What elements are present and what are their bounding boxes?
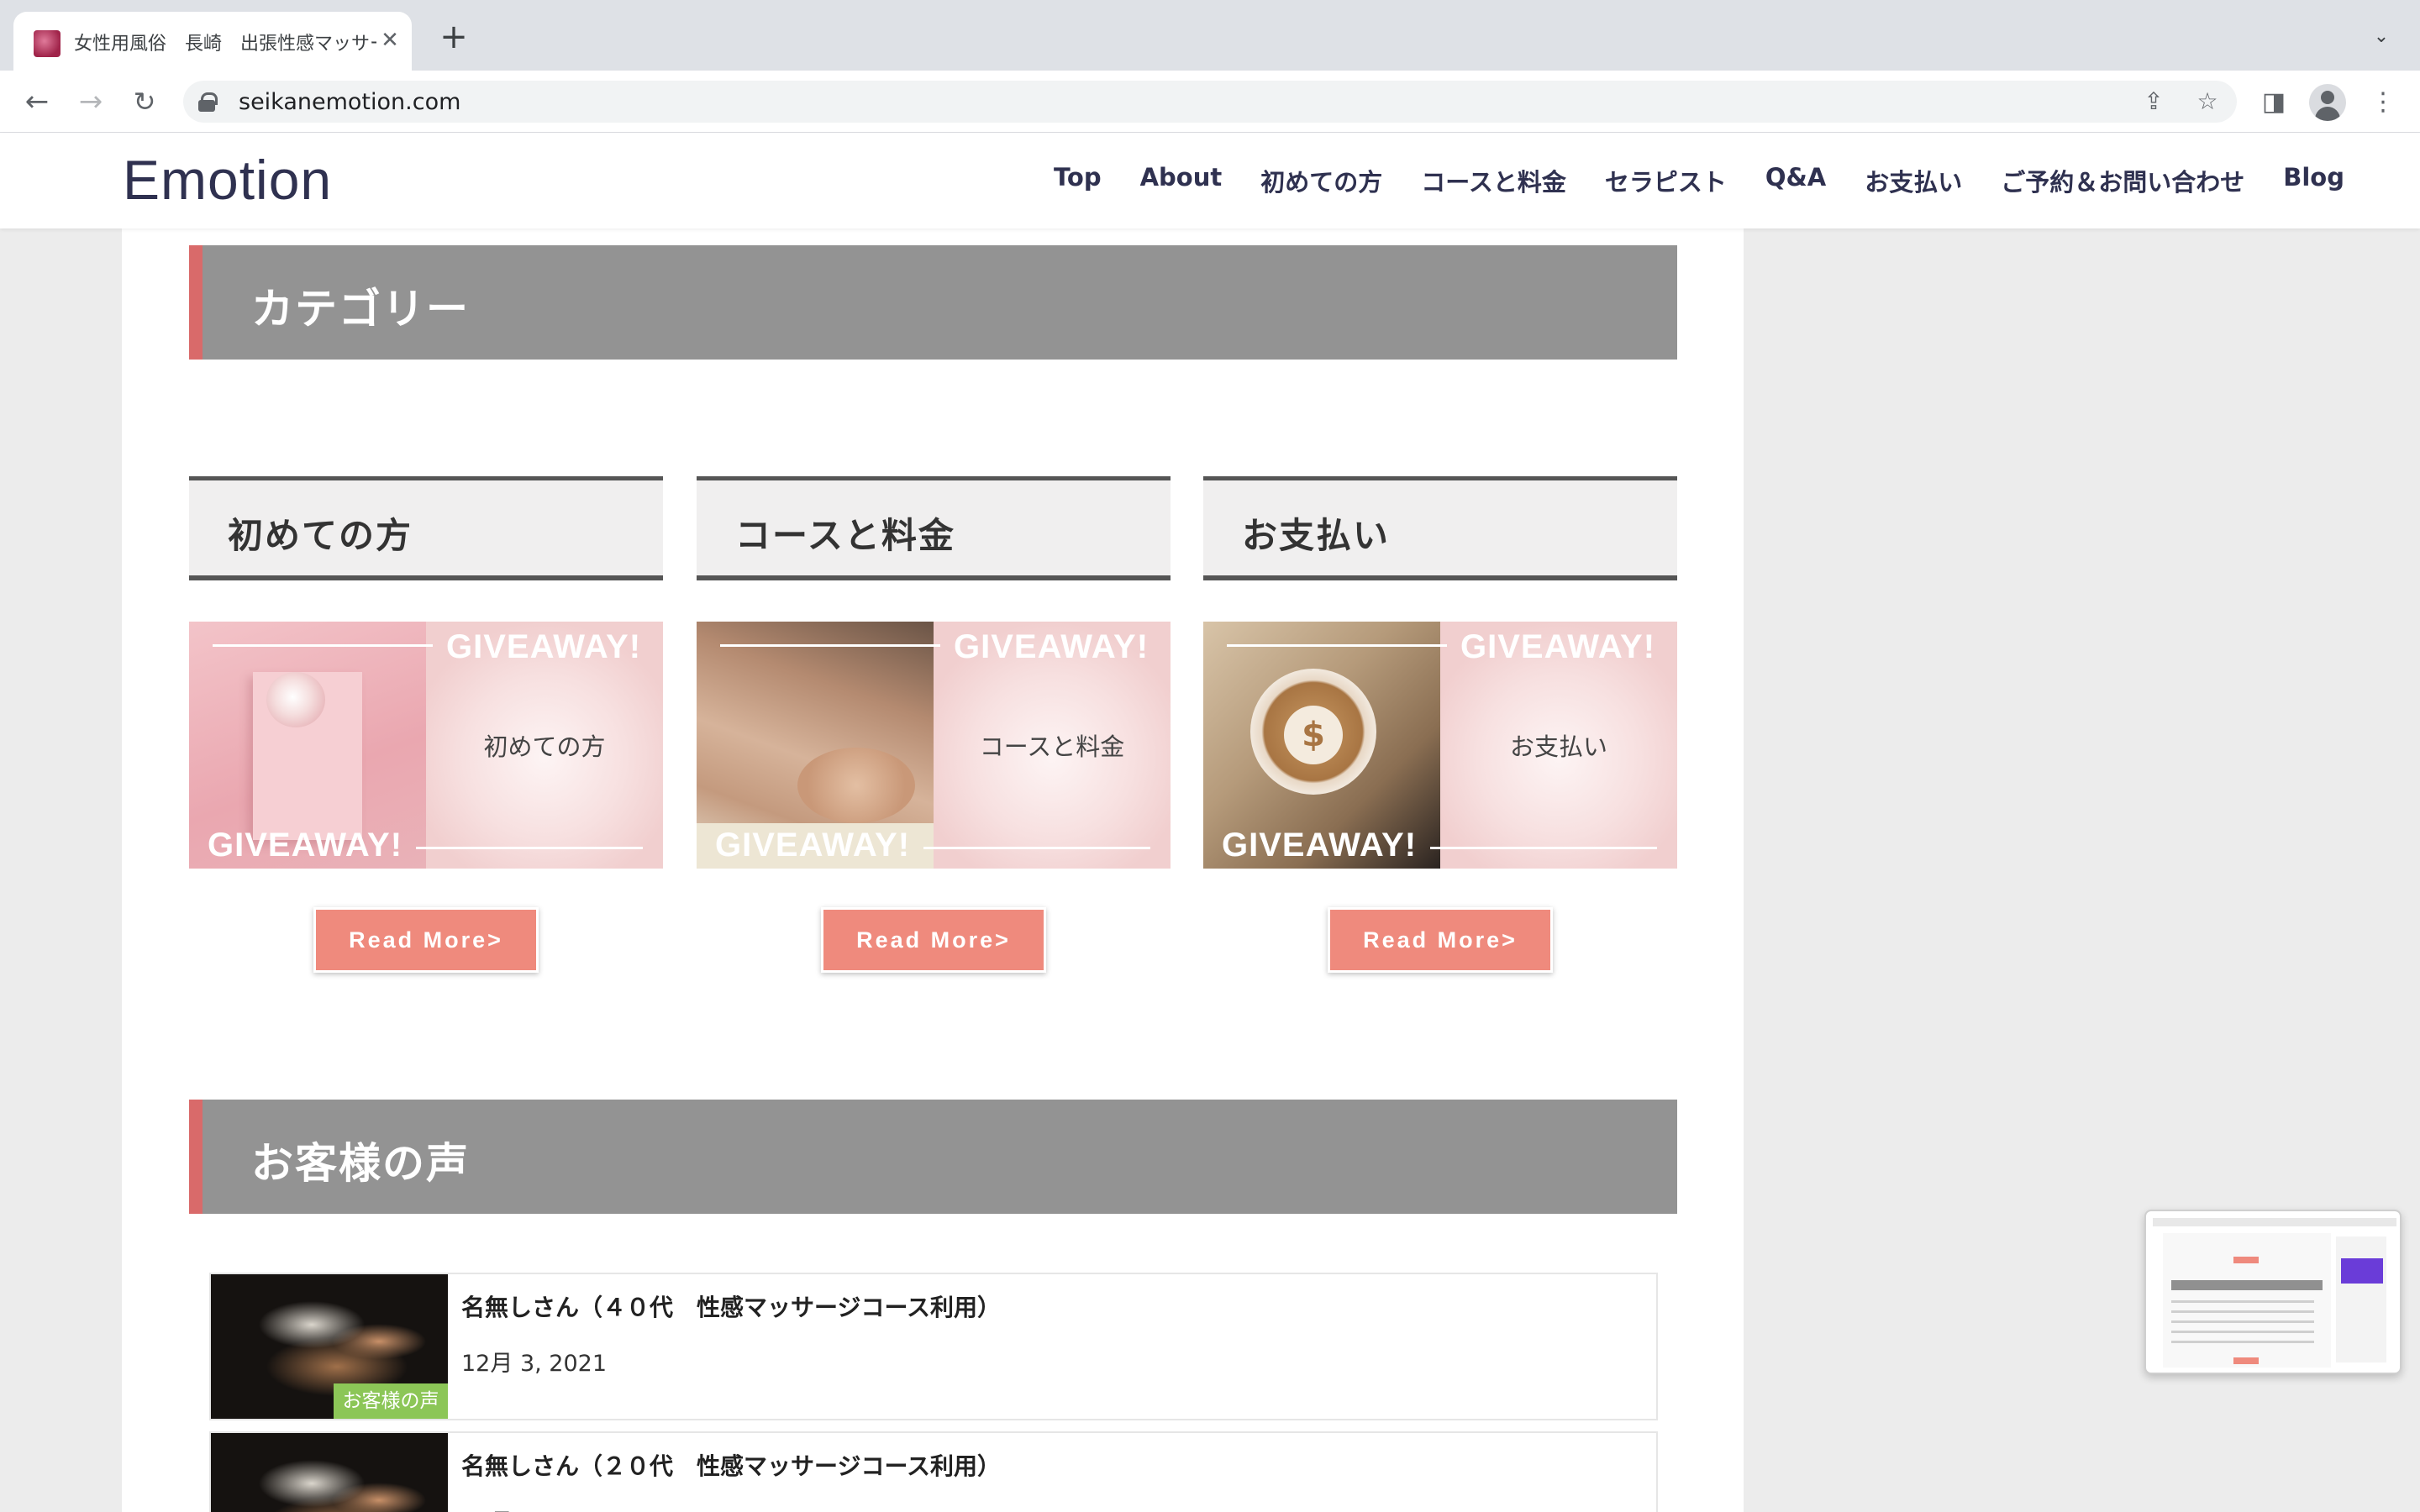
new-tab-icon[interactable]: + <box>437 20 471 55</box>
category-title-text: コースと料金 <box>735 515 955 556</box>
reload-icon[interactable]: ↻ <box>128 86 161 119</box>
thumbnail-label: お支払い <box>1509 732 1607 761</box>
preview-line <box>2171 1320 2314 1323</box>
nav-payment[interactable]: お支払い <box>1865 163 1962 198</box>
nav-blog[interactable]: Blog <box>2283 163 2344 198</box>
category-thumbnail[interactable]: GIVEAWAY! GIVEAWAY! 初めての方 <box>189 622 663 869</box>
read-more-button[interactable]: Read More> <box>1328 907 1553 973</box>
category-title-text: 初めての方 <box>228 515 413 556</box>
category-title[interactable]: お支払い <box>1203 476 1677 580</box>
lock-icon[interactable] <box>198 92 218 112</box>
site-logo[interactable]: Emotion <box>123 148 332 212</box>
nav-top[interactable]: Top <box>1054 163 1102 198</box>
giveaway-text: GIVEAWAY! <box>1222 827 1418 864</box>
tab-title: 女性用風俗 長崎 出張性感マッサージ <box>74 34 376 55</box>
voice-section-heading: お客様の声 <box>189 1100 1677 1214</box>
divider <box>213 644 433 647</box>
preview-button <box>2233 1257 2259 1263</box>
close-tab-icon[interactable]: ✕ <box>376 27 403 54</box>
preview-button <box>2233 1357 2259 1364</box>
back-arrow-icon[interactable]: ← <box>20 86 54 119</box>
preview-heading <box>2171 1280 2323 1290</box>
more-menu-icon[interactable]: ⋮ <box>2368 87 2398 118</box>
giveaway-text: GIVEAWAY! <box>954 628 1150 665</box>
preview-banner <box>2341 1258 2383 1284</box>
bookmark-star-icon[interactable]: ☆ <box>2193 87 2222 116</box>
voice-post-card[interactable]: お客様の声 名無しさん（４０代 性感マッサージコース利用） 12月 3, 202… <box>209 1273 1658 1420</box>
main-content: カテゴリー 初めての方 GIVEAWAY! GIVEAWAY! 初めての方 Re… <box>122 228 1744 1512</box>
giveaway-text: GIVEAWAY! <box>1460 628 1656 665</box>
preview-bar <box>2153 1218 2396 1226</box>
category-title[interactable]: 初めての方 <box>189 476 663 580</box>
preview-line <box>2171 1331 2314 1333</box>
giveaway-text: GIVEAWAY! <box>446 628 642 665</box>
category-card-payment: お支払い $ GIVEAWAY! GIVEAWAY! お支払い Read Mor… <box>1203 476 1677 973</box>
category-heading-text: カテゴリー <box>251 285 470 333</box>
voice-heading-text: お客様の声 <box>251 1139 470 1188</box>
giveaway-text: GIVEAWAY! <box>208 827 403 864</box>
post-date: 11月 27, 2021 <box>461 1504 621 1512</box>
divider <box>1430 847 1657 849</box>
read-more-button[interactable]: Read More> <box>313 907 539 973</box>
site-header: Emotion Top About 初めての方 コースと料金 セラピスト Q&A… <box>0 133 2420 228</box>
address-bar[interactable]: seikanemotion.com ⇪ ☆ <box>183 81 2237 123</box>
preview-line <box>2171 1310 2314 1313</box>
category-thumbnail[interactable]: $ GIVEAWAY! GIVEAWAY! お支払い <box>1203 622 1677 869</box>
forward-arrow-icon[interactable]: → <box>74 86 108 119</box>
side-panel-icon[interactable]: ◨ <box>2259 87 2289 118</box>
preview-line <box>2171 1341 2314 1343</box>
browser-toolbar: ← → ↻ seikanemotion.com ⇪ ☆ ◨ ⋮ <box>0 71 2420 133</box>
share-icon[interactable]: ⇪ <box>2139 87 2168 116</box>
browser-tabstrip: 女性用風俗 長崎 出張性感マッサージ ✕ + ⌄ <box>0 0 2420 71</box>
nav-course-price[interactable]: コースと料金 <box>1421 163 1566 198</box>
category-badge[interactable]: お客様の声 <box>334 1383 448 1419</box>
nav-first-time[interactable]: 初めての方 <box>1260 163 1382 198</box>
browser-tab[interactable]: 女性用風俗 長崎 出張性感マッサージ ✕ <box>13 12 412 71</box>
divider <box>416 847 643 849</box>
global-nav: Top About 初めての方 コースと料金 セラピスト Q&A お支払い ご予… <box>1054 163 2344 198</box>
preview-line <box>2171 1300 2314 1303</box>
profile-avatar-icon[interactable] <box>2309 84 2346 121</box>
thumbnail-label: 初めての方 <box>483 732 606 761</box>
voice-post-card[interactable]: 名無しさん（２０代 性感マッサージコース利用） 11月 27, 2021 <box>209 1431 1658 1512</box>
tab-search-chevron-icon[interactable]: ⌄ <box>2368 24 2395 50</box>
giveaway-text: GIVEAWAY! <box>715 827 911 864</box>
nav-about[interactable]: About <box>1140 163 1223 198</box>
category-title[interactable]: コースと料金 <box>697 476 1171 580</box>
divider <box>923 847 1150 849</box>
category-card-course-price: コースと料金 GIVEAWAY! GIVEAWAY! コースと料金 Read M… <box>697 476 1171 973</box>
nav-reservation-contact[interactable]: ご予約＆お問い合わせ <box>2001 163 2244 198</box>
thumbnail-label: コースと料金 <box>979 732 1125 761</box>
post-title[interactable]: 名無しさん（２０代 性感マッサージコース利用） <box>461 1448 1001 1482</box>
money-bag-icon: $ <box>1284 706 1343 764</box>
category-thumbnail[interactable]: GIVEAWAY! GIVEAWAY! コースと料金 <box>697 622 1171 869</box>
rose-flower <box>266 672 325 727</box>
category-title-text: お支払い <box>1242 515 1391 556</box>
divider <box>720 644 940 647</box>
window-preview-thumbnail[interactable] <box>2144 1210 2402 1374</box>
category-section-heading: カテゴリー <box>189 245 1677 360</box>
site-favicon-icon <box>34 30 60 57</box>
read-more-button[interactable]: Read More> <box>821 907 1046 973</box>
nav-therapist[interactable]: セラピスト <box>1605 163 1727 198</box>
post-date: 12月 3, 2021 <box>461 1351 607 1377</box>
post-title[interactable]: 名無しさん（４０代 性感マッサージコース利用） <box>461 1289 1001 1323</box>
category-card-first-time: 初めての方 GIVEAWAY! GIVEAWAY! 初めての方 Read Mor… <box>189 476 663 973</box>
preview-sidebar <box>2336 1236 2386 1362</box>
face-shape <box>797 748 915 823</box>
divider <box>1227 644 1447 647</box>
voice-thumbnail <box>211 1433 448 1512</box>
url-text[interactable]: seikanemotion.com <box>239 89 460 115</box>
nav-qa[interactable]: Q&A <box>1765 163 1826 198</box>
